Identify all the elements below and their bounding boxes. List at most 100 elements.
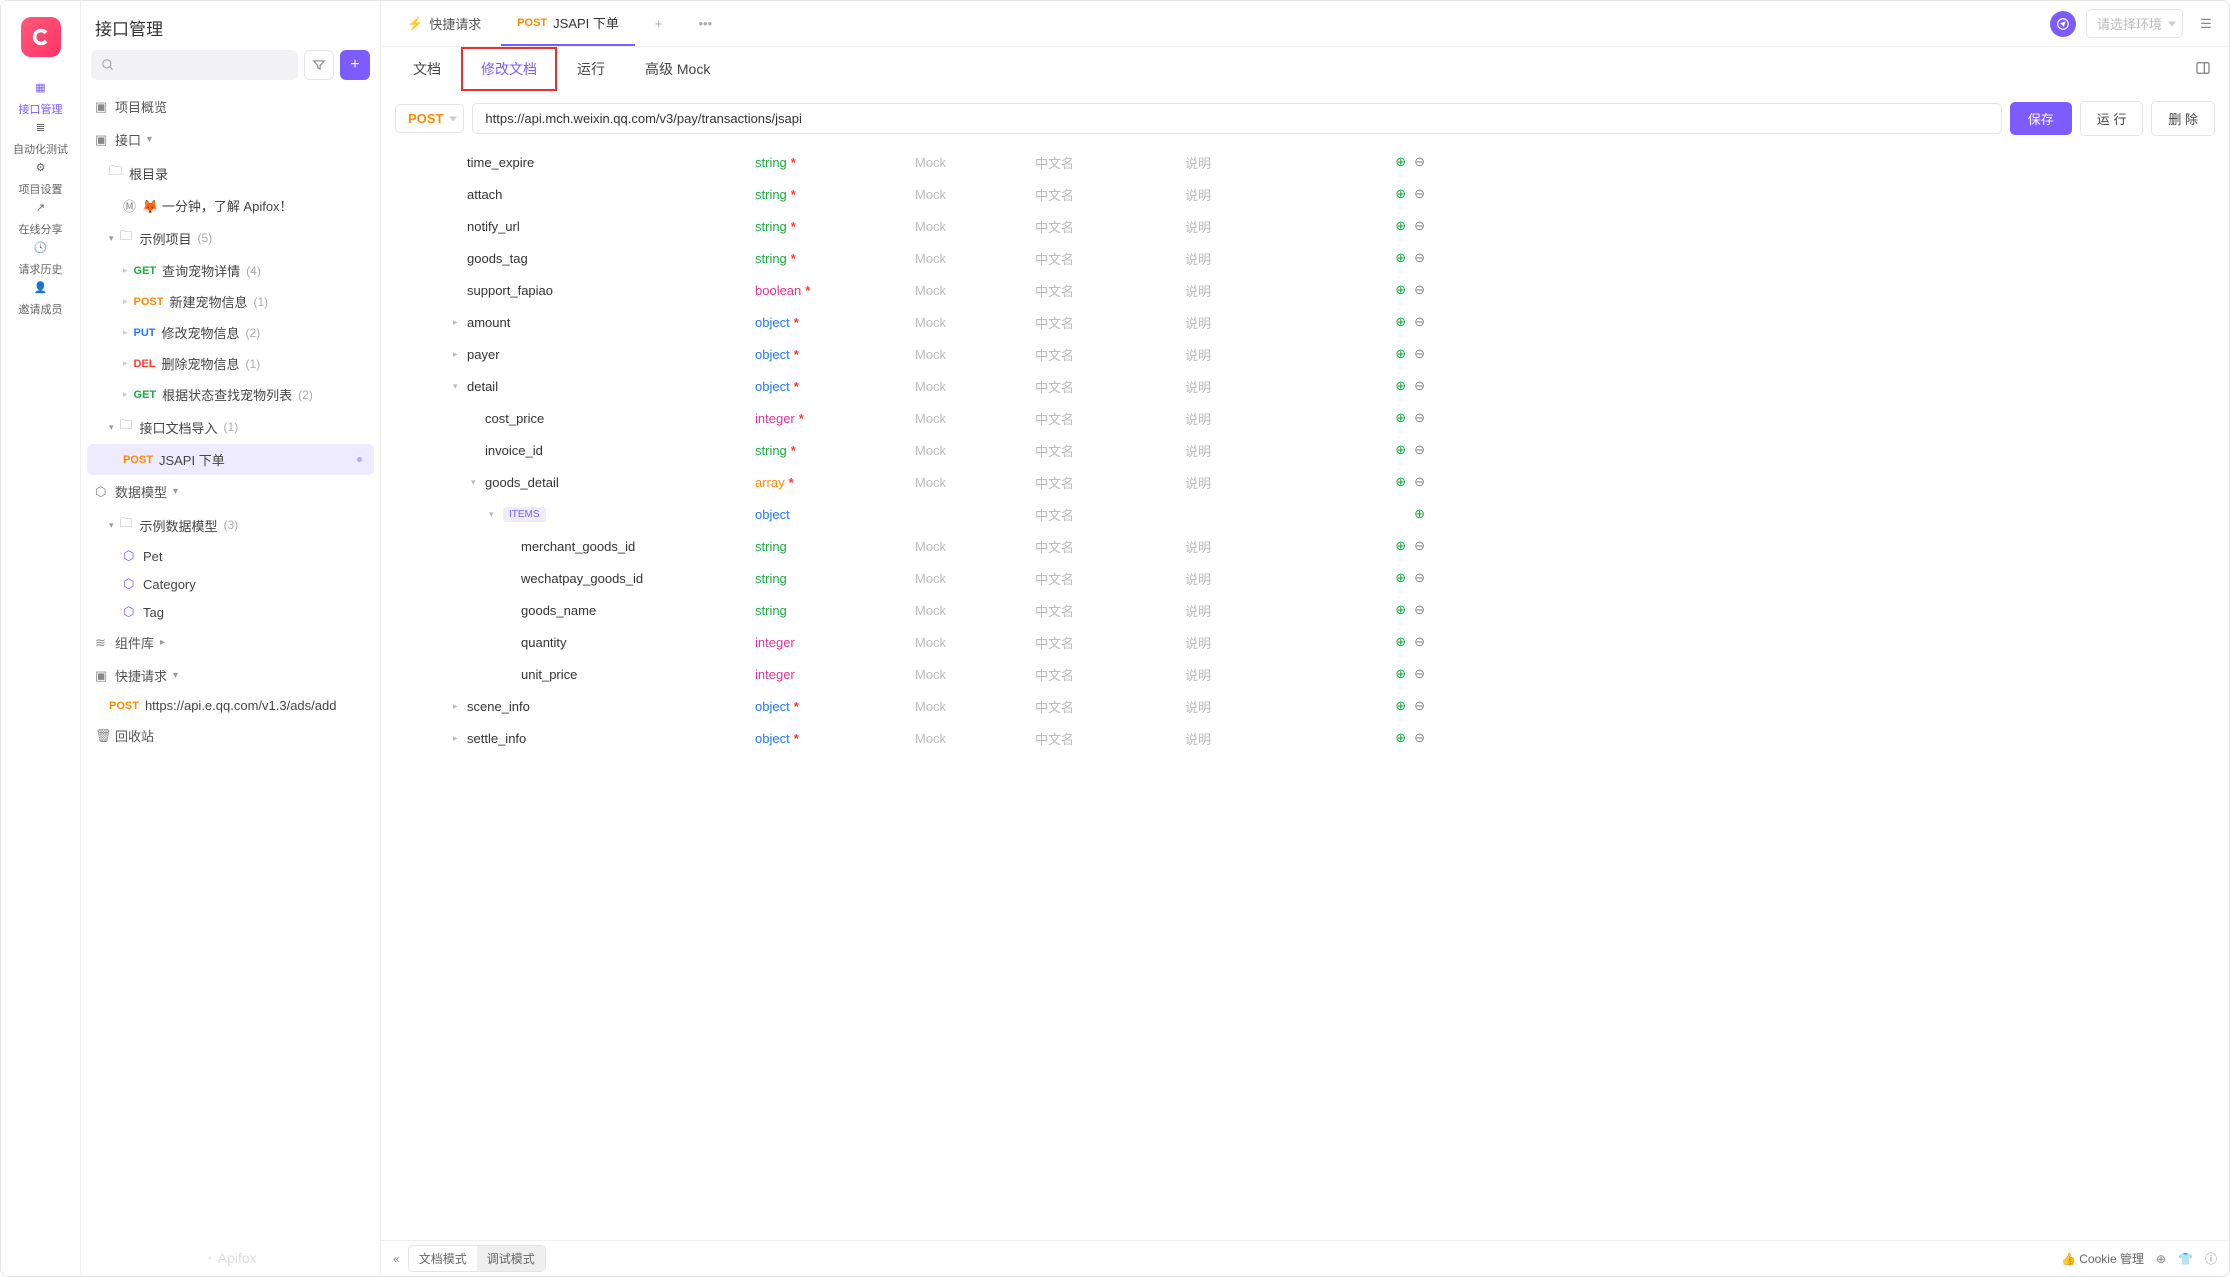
param-row[interactable]: ▾ITEMS object 中文名 ⊕ bbox=[395, 498, 2215, 530]
add-param-icon[interactable]: ⊕ bbox=[1395, 730, 1406, 746]
remove-param-icon[interactable]: ⊖ bbox=[1414, 634, 1425, 650]
add-param-icon[interactable]: ⊕ bbox=[1395, 378, 1406, 394]
param-row[interactable]: ▸payer object* Mock 中文名 说明 ⊕⊖ bbox=[395, 338, 2215, 370]
add-param-icon[interactable]: ⊕ bbox=[1395, 186, 1406, 202]
delete-button[interactable]: 删 除 bbox=[2151, 101, 2215, 136]
remove-param-icon[interactable]: ⊖ bbox=[1414, 186, 1425, 202]
add-param-icon[interactable]: ⊕ bbox=[1395, 250, 1406, 266]
remove-param-icon[interactable]: ⊖ bbox=[1414, 218, 1425, 234]
tab-add[interactable]: + bbox=[639, 1, 679, 46]
remove-param-icon[interactable]: ⊖ bbox=[1414, 442, 1425, 458]
add-param-icon[interactable]: ⊕ bbox=[1395, 442, 1406, 458]
add-param-icon[interactable]: ⊕ bbox=[1395, 634, 1406, 650]
add-param-icon[interactable]: ⊕ bbox=[1395, 218, 1406, 234]
add-param-icon[interactable]: ⊕ bbox=[1395, 570, 1406, 586]
param-row[interactable]: ▸scene_info object* Mock 中文名 说明 ⊕⊖ bbox=[395, 690, 2215, 722]
add-param-icon[interactable]: ⊕ bbox=[1395, 666, 1406, 682]
subtab-edit-doc[interactable]: 修改文档 bbox=[461, 47, 557, 91]
add-param-icon[interactable]: ⊕ bbox=[1395, 154, 1406, 170]
api-item-2[interactable]: ▸PUT修改宠物信息 (2) bbox=[87, 317, 374, 348]
param-row[interactable]: wechatpay_goods_id string Mock 中文名 说明 ⊕⊖ bbox=[395, 562, 2215, 594]
jsapi-item[interactable]: POSTJSAPI 下单 bbox=[87, 444, 374, 475]
search-input[interactable] bbox=[91, 50, 298, 80]
add-param-icon[interactable]: ⊕ bbox=[1395, 346, 1406, 362]
hamburger-menu[interactable]: ☰ bbox=[2193, 11, 2219, 37]
api-item-0[interactable]: ▸GET查询宠物详情 (4) bbox=[87, 255, 374, 286]
param-row[interactable]: attach string* Mock 中文名 说明 ⊕⊖ bbox=[395, 178, 2215, 210]
quickstart-item[interactable]: Ⓜ🦊 一分钟，了解 Apifox！ bbox=[87, 190, 374, 221]
remove-param-icon[interactable]: ⊖ bbox=[1414, 698, 1425, 714]
tab-jsapi[interactable]: POSTJSAPI 下单 bbox=[501, 1, 635, 46]
subtab-doc[interactable]: 文档 bbox=[393, 47, 461, 91]
components-section[interactable]: ≋组件库▸ bbox=[87, 626, 374, 659]
example-project[interactable]: ▾🗀示例项目 (5) bbox=[87, 221, 374, 255]
remove-param-icon[interactable]: ⊖ bbox=[1414, 282, 1425, 298]
root-dir[interactable]: 🗀根目录 bbox=[87, 156, 374, 190]
quick-request-section[interactable]: ▣快捷请求▾ bbox=[87, 659, 374, 692]
rail-item-1[interactable]: ≣自动化测试 bbox=[13, 117, 68, 157]
param-row[interactable]: ▾detail object* Mock 中文名 说明 ⊕⊖ bbox=[395, 370, 2215, 402]
param-row[interactable]: ▸amount object* Mock 中文名 说明 ⊕⊖ bbox=[395, 306, 2215, 338]
run-button[interactable]: 运 行 bbox=[2080, 101, 2144, 136]
add-param-icon[interactable]: ⊕ bbox=[1414, 506, 1425, 522]
url-input[interactable] bbox=[472, 103, 2001, 134]
environment-select[interactable]: 请选择环境 bbox=[2086, 9, 2183, 38]
param-row[interactable]: quantity integer Mock 中文名 说明 ⊕⊖ bbox=[395, 626, 2215, 658]
tab-more[interactable]: ••• bbox=[683, 1, 729, 46]
param-row[interactable]: invoice_id string* Mock 中文名 说明 ⊕⊖ bbox=[395, 434, 2215, 466]
subtab-mock[interactable]: 高级 Mock bbox=[625, 47, 730, 91]
rail-item-5[interactable]: 👤邀请成员 bbox=[13, 277, 68, 317]
footer-add-icon[interactable]: ⊕ bbox=[2156, 1252, 2166, 1266]
panel-toggle-icon[interactable] bbox=[2195, 60, 2217, 79]
remove-param-icon[interactable]: ⊖ bbox=[1414, 570, 1425, 586]
add-param-icon[interactable]: ⊕ bbox=[1395, 410, 1406, 426]
recycle-bin[interactable]: 🗑回收站 bbox=[87, 719, 374, 752]
remove-param-icon[interactable]: ⊖ bbox=[1414, 602, 1425, 618]
param-row[interactable]: goods_name string Mock 中文名 说明 ⊕⊖ bbox=[395, 594, 2215, 626]
tab-quick-request[interactable]: ⚡快捷请求 bbox=[391, 1, 497, 46]
example-model-folder[interactable]: ▾🗀示例数据模型 (3) bbox=[87, 508, 374, 542]
remove-param-icon[interactable]: ⊖ bbox=[1414, 538, 1425, 554]
import-folder[interactable]: ▾🗀接口文档导入 (1) bbox=[87, 410, 374, 444]
save-button[interactable]: 保存 bbox=[2010, 102, 2072, 135]
api-item-4[interactable]: ▸GET根据状态查找宠物列表 (2) bbox=[87, 379, 374, 410]
param-row[interactable]: ▸settle_info object* Mock 中文名 说明 ⊕⊖ bbox=[395, 722, 2215, 754]
remove-param-icon[interactable]: ⊖ bbox=[1414, 666, 1425, 682]
param-row[interactable]: merchant_goods_id string Mock 中文名 说明 ⊕⊖ bbox=[395, 530, 2215, 562]
api-root[interactable]: ▣接口▾ bbox=[87, 123, 374, 156]
subtab-run[interactable]: 运行 bbox=[557, 47, 625, 91]
param-row[interactable]: time_expire string* Mock 中文名 说明 ⊕⊖ bbox=[395, 146, 2215, 178]
rail-item-0[interactable]: ▦接口管理 bbox=[13, 77, 68, 117]
footer-help-icon[interactable]: ⓘ bbox=[2205, 1250, 2217, 1267]
remove-param-icon[interactable]: ⊖ bbox=[1414, 730, 1425, 746]
add-button[interactable]: + bbox=[340, 50, 370, 80]
remove-param-icon[interactable]: ⊖ bbox=[1414, 314, 1425, 330]
add-param-icon[interactable]: ⊕ bbox=[1395, 538, 1406, 554]
api-item-1[interactable]: ▸POST新建宠物信息 (1) bbox=[87, 286, 374, 317]
remove-param-icon[interactable]: ⊖ bbox=[1414, 378, 1425, 394]
quick-request-item[interactable]: POSThttps://api.e.qq.com/v1.3/ads/add bbox=[87, 692, 374, 719]
param-row[interactable]: cost_price integer* Mock 中文名 说明 ⊕⊖ bbox=[395, 402, 2215, 434]
mode-toggle[interactable]: 文档模式 调试模式 bbox=[408, 1245, 546, 1272]
remove-param-icon[interactable]: ⊖ bbox=[1414, 346, 1425, 362]
footer-shirt-icon[interactable]: 👕 bbox=[2178, 1252, 2193, 1266]
rail-item-3[interactable]: ↗在线分享 bbox=[13, 197, 68, 237]
debug-mode[interactable]: 调试模式 bbox=[477, 1246, 545, 1271]
rail-item-2[interactable]: ⚙项目设置 bbox=[13, 157, 68, 197]
filter-button[interactable] bbox=[304, 50, 334, 80]
method-select[interactable]: POST bbox=[395, 104, 464, 133]
model-item-1[interactable]: ⬡Category bbox=[87, 570, 374, 598]
project-overview[interactable]: ▣项目概览 bbox=[87, 90, 374, 123]
rail-item-4[interactable]: 🕓请求历史 bbox=[13, 237, 68, 277]
param-row[interactable]: unit_price integer Mock 中文名 说明 ⊕⊖ bbox=[395, 658, 2215, 690]
remove-param-icon[interactable]: ⊖ bbox=[1414, 250, 1425, 266]
add-param-icon[interactable]: ⊕ bbox=[1395, 282, 1406, 298]
add-param-icon[interactable]: ⊕ bbox=[1395, 474, 1406, 490]
cookie-manage[interactable]: 👍 Cookie 管理 bbox=[2061, 1250, 2144, 1267]
add-param-icon[interactable]: ⊕ bbox=[1395, 698, 1406, 714]
remove-param-icon[interactable]: ⊖ bbox=[1414, 474, 1425, 490]
remove-param-icon[interactable]: ⊖ bbox=[1414, 410, 1425, 426]
collapse-icon[interactable]: « bbox=[393, 1252, 400, 1266]
data-model-section[interactable]: ⬡数据模型▾ bbox=[87, 475, 374, 508]
compass-button[interactable] bbox=[2050, 11, 2076, 37]
